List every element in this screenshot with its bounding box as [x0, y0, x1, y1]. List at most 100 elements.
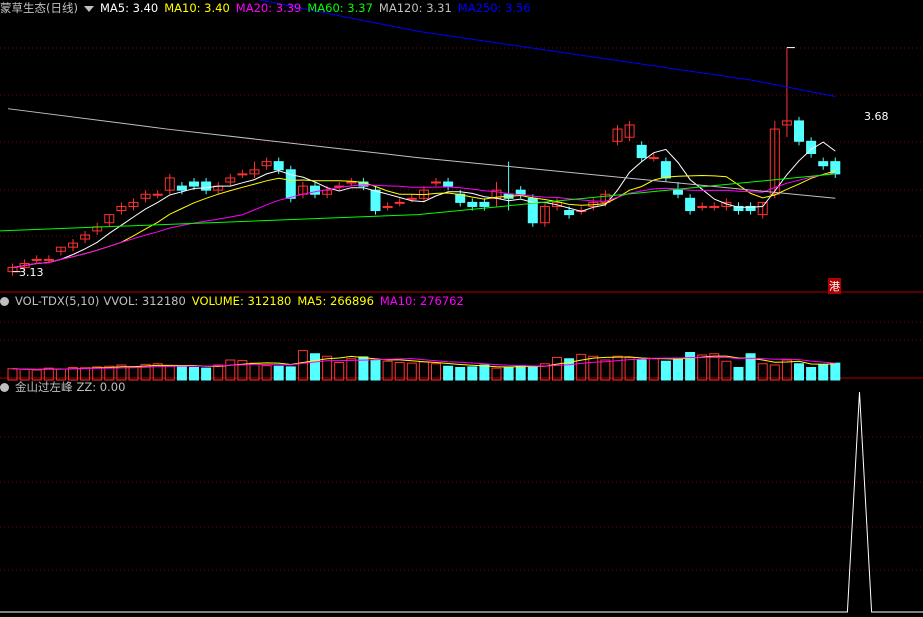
- volume-bar: [600, 359, 611, 381]
- volume-bar: [237, 360, 248, 381]
- candle-body: [152, 193, 163, 196]
- candle-body: [673, 189, 683, 195]
- candle-body: [394, 201, 405, 204]
- ma120-readout: MA120: 3.31: [378, 1, 452, 15]
- volume-bar: [830, 362, 841, 381]
- circle-icon[interactable]: [0, 297, 9, 306]
- volume-bar: [370, 359, 381, 381]
- ma20-readout: MA20: 3.39: [235, 1, 302, 15]
- candle-body: [443, 181, 454, 187]
- candle-body: [709, 205, 720, 208]
- ma250-readout: MA250: 3.56: [457, 1, 531, 15]
- volume-bar: [624, 357, 635, 381]
- volume-bar: [189, 367, 199, 381]
- volume-bar: [576, 353, 587, 381]
- volume-bar: [721, 360, 732, 381]
- volume-bar: [673, 357, 683, 381]
- volume-bar: [322, 355, 333, 381]
- circle-icon[interactable]: [0, 383, 9, 392]
- candle-body: [310, 185, 320, 195]
- volume-bar: [527, 365, 538, 381]
- volume-bar: [455, 367, 466, 381]
- volume-bar: [648, 358, 659, 381]
- volume-bar: [636, 359, 647, 381]
- volume-readout: VOLUME: 312180: [191, 294, 292, 308]
- volume-bar: [297, 350, 308, 381]
- candle-body: [685, 197, 696, 212]
- volume-bar: [201, 367, 212, 381]
- volume-bar: [660, 360, 671, 381]
- volume-bar: [346, 358, 357, 381]
- candle-body: [346, 181, 357, 184]
- volume-bar: [310, 353, 320, 381]
- candle-body: [237, 173, 248, 176]
- volume-bar: [818, 364, 829, 381]
- volume-bar: [479, 364, 490, 381]
- volume-bar: [176, 365, 187, 381]
- ma10-readout: MA10: 3.40: [164, 1, 230, 15]
- candle-body: [636, 144, 647, 159]
- candle-body: [467, 201, 478, 207]
- candle-body: [189, 181, 199, 187]
- volume-bar: [745, 353, 756, 381]
- vvol-readout: VVOL: 312180: [103, 294, 186, 308]
- zz-readout: ZZ: 0.00: [76, 380, 126, 394]
- volume-bar: [225, 359, 236, 381]
- volume-bar: [443, 365, 454, 381]
- volume-bar: [249, 362, 260, 381]
- ma20-line: [12, 173, 836, 269]
- ma120-line: [7, 108, 836, 199]
- volume-bar: [382, 360, 393, 381]
- candle-body: [479, 201, 490, 207]
- main-chart-header: 蒙草生态(日线) MA5: 3.40 MA10: 3.40 MA20: 3.39 MA6…: [0, 1, 537, 15]
- volume-bar: [503, 367, 514, 381]
- volume-bar: [467, 366, 478, 381]
- chart-canvas: [0, 0, 923, 613]
- volume-bar: [406, 362, 417, 381]
- volume-bar: [334, 362, 345, 381]
- candle-body: [697, 205, 708, 208]
- volume-bar: [552, 357, 562, 381]
- zz-indicator-line: [0, 391, 923, 613]
- candle-body: [794, 120, 804, 142]
- vol-indicator-title[interactable]: VOL-TDX(5,10): [15, 294, 99, 308]
- candle-body: [564, 210, 575, 216]
- volume-bar: [588, 355, 599, 381]
- volume-bar: [794, 363, 804, 381]
- candle-body: [515, 189, 526, 195]
- dropdown-triangle-icon[interactable]: [83, 5, 94, 12]
- candle-body: [176, 185, 187, 191]
- low-price-label: 3.13: [19, 266, 44, 279]
- hk-connect-marker[interactable]: 港: [828, 278, 841, 294]
- stock-title[interactable]: 蒙草生态(日线): [0, 1, 78, 15]
- candle-body: [382, 205, 393, 208]
- volume-ma10-line: [12, 356, 836, 370]
- candle-body: [818, 161, 829, 167]
- volume-bar: [418, 361, 429, 381]
- volume-header: VOL-TDX(5,10) VVOL: 312180 VOLUME: 312180 M…: [0, 294, 470, 308]
- high-price-label: 3.68: [864, 110, 889, 123]
- ma5-readout: MA5: 3.40: [99, 1, 159, 15]
- candle-body: [43, 258, 54, 261]
- volume-bar: [733, 367, 744, 381]
- volume-bar: [697, 354, 708, 381]
- candle-body: [273, 161, 284, 171]
- vol-ma5-readout: MA5: 266896: [297, 294, 374, 308]
- candle-body: [406, 197, 417, 200]
- volume-bar: [394, 362, 405, 381]
- volume-bar: [685, 352, 696, 381]
- volume-bar: [515, 365, 526, 381]
- candle-body: [648, 157, 659, 160]
- vol-ma10-readout: MA10: 276762: [379, 294, 464, 308]
- indicator-title[interactable]: 金山过左峰: [15, 380, 73, 394]
- indicator-header: 金山过左峰 ZZ: 0.00: [0, 380, 131, 394]
- volume-bar: [273, 365, 284, 381]
- volume-bar: [285, 366, 296, 381]
- ma5-line: [12, 141, 836, 269]
- candle-body: [201, 181, 212, 191]
- candle-body: [370, 189, 381, 212]
- volume-bar: [612, 355, 623, 381]
- candle-body: [431, 181, 441, 184]
- volume-bar: [781, 359, 792, 381]
- ma60-readout: MA60: 3.37: [307, 1, 373, 15]
